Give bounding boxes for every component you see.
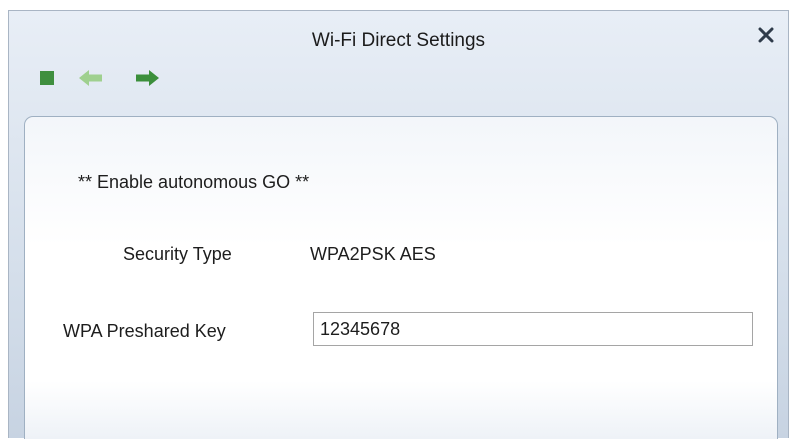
- arrow-left-icon: [79, 70, 102, 86]
- security-type-label: Security Type: [123, 244, 232, 264]
- stop-button[interactable]: [33, 66, 61, 90]
- window-title: Wi-Fi Direct Settings: [311, 30, 486, 51]
- arrow-right-icon: [136, 70, 159, 86]
- autonomous-go-heading: ** Enable autonomous GO **: [78, 172, 310, 192]
- security-type-value: WPA2PSK AES: [310, 244, 436, 264]
- settings-panel: ** Enable autonomous GO ** Security Type…: [24, 116, 778, 439]
- back-button[interactable]: [77, 66, 105, 90]
- wifi-direct-settings-window: Wi-Fi Direct Settings ** Enable autonomo…: [8, 10, 789, 439]
- forward-button[interactable]: [133, 66, 161, 90]
- preshared-key-label: WPA Preshared Key: [63, 321, 226, 341]
- close-button[interactable]: [754, 23, 778, 47]
- preshared-key-input[interactable]: [313, 312, 753, 346]
- stop-square-icon: [40, 71, 54, 85]
- close-icon: [758, 27, 774, 43]
